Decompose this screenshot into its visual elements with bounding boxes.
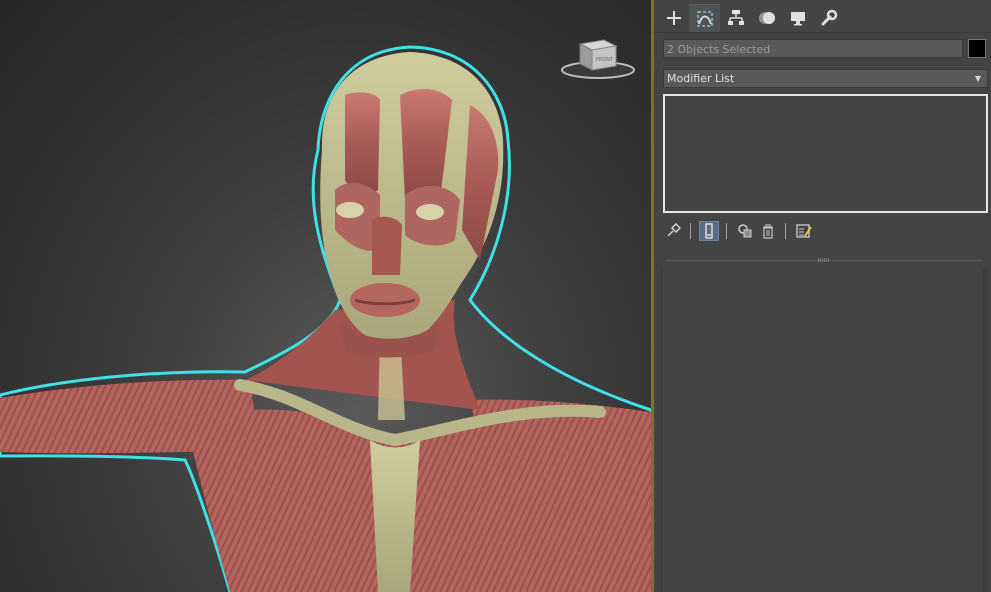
panel-scrollbar[interactable] [982,268,988,592]
modify-tab[interactable] [689,4,720,32]
motion-tab[interactable] [751,4,782,32]
pin-stack-button[interactable] [663,221,683,241]
plus-icon [666,11,681,25]
modifier-list-label: Modifier List [667,72,735,85]
display-monitor-icon [790,12,805,26]
object-name-field[interactable]: 2 Objects Selected [663,39,963,58]
show-end-result-button[interactable] [699,221,719,241]
command-panel: 2 Objects Selected Modifier List ▼ [654,0,991,592]
wrench-icon [821,9,837,26]
viewcube-face-label: FRONT [596,57,614,63]
rollout-grip-icon[interactable] [817,257,831,263]
toolbar-separator [785,223,786,239]
modify-curve-icon [696,10,713,27]
modifier-stack-toolbar [663,220,817,242]
object-color-swatch[interactable] [968,39,986,58]
pin-icon [667,223,681,237]
muscle-model-render [0,45,651,592]
modifier-stack-list[interactable] [663,94,988,213]
hierarchy-tab[interactable] [720,4,751,32]
toolbar-separator [690,223,691,239]
hierarchy-icon [727,10,744,25]
configure-modifier-sets-button[interactable] [794,221,814,241]
motion-icon [758,12,775,24]
make-unique-icon [738,224,752,238]
command-panel-tabs [658,4,844,32]
viewcube[interactable]: FRONT [560,32,636,82]
make-unique-button[interactable] [735,221,755,241]
create-tab[interactable] [658,4,689,32]
tab-strip-separator [654,32,991,33]
remove-modifier-button[interactable] [758,221,778,241]
display-tab[interactable] [782,4,813,32]
modifier-list-dropdown[interactable]: Modifier List ▼ [663,69,988,88]
configure-sets-icon [796,224,812,238]
chevron-down-icon: ▼ [974,74,981,83]
end-result-icon [705,223,713,239]
modifier-parameters-area [661,268,978,592]
utilities-tab[interactable] [813,4,844,32]
toolbar-separator [726,223,727,239]
perspective-viewport[interactable]: FRONT [0,0,651,592]
trash-icon [763,224,773,239]
